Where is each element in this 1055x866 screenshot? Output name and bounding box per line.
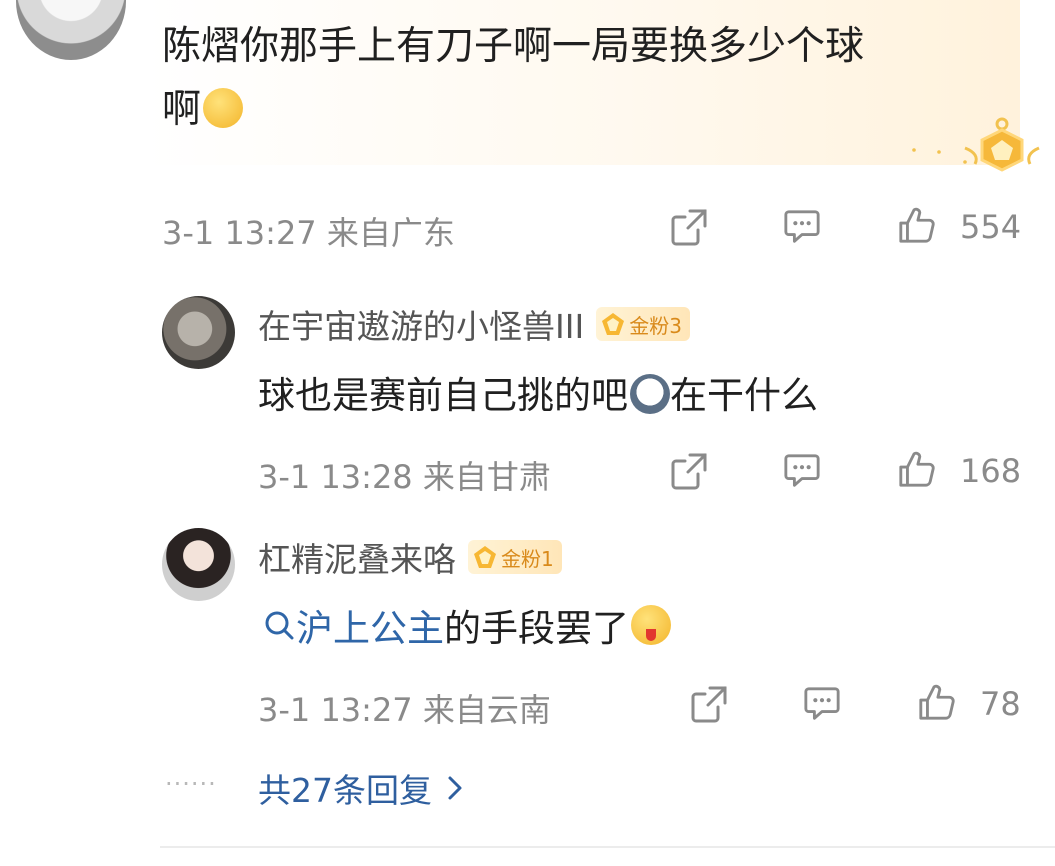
like-icon[interactable] (897, 206, 935, 244)
like-icon[interactable] (917, 683, 955, 721)
chevron-right-icon (448, 776, 462, 800)
reply-meta: 3-1 13:27 来自云南 (258, 691, 551, 729)
comment-icon[interactable] (803, 685, 841, 723)
like-count: 168 (960, 452, 1022, 490)
fan-badge-label: 金粉1 (501, 546, 554, 571)
gold-fan-crown-icon (912, 117, 1040, 172)
reply-meta: 3-1 13:28 来自甘肃 (258, 458, 551, 496)
gem-icon (474, 546, 496, 568)
reply-header: 杠精泥叠来咯 金粉1 (258, 533, 562, 581)
fan-badge: 金粉1 (468, 540, 562, 574)
like-icon[interactable] (897, 450, 935, 488)
share-icon[interactable] (670, 452, 708, 490)
avatar[interactable] (162, 296, 235, 369)
topic-link[interactable]: 沪上公主 (296, 598, 444, 652)
fan-badge-label: 金粉3 (629, 313, 682, 338)
fan-badge: 金粉3 (596, 307, 690, 341)
search-icon (265, 611, 294, 640)
reply-header: 在宇宙遨游的小怪兽III 金粉3 (258, 300, 690, 348)
more-replies-link[interactable]: 共27条回复 (258, 764, 464, 812)
username[interactable]: 杠精泥叠来咯 (258, 533, 456, 581)
like-count: 554 (960, 208, 1022, 246)
like-count: 78 (980, 685, 1021, 723)
top-comment-line1: 陈熠你那手上有刀子啊一局要换多少个球 (162, 24, 865, 69)
more-replies-label: 共27条回复 (258, 771, 432, 810)
reply-text: 球也是赛前自己挑的吧 在干什么 (258, 374, 818, 417)
avatar[interactable] (16, 0, 126, 60)
username[interactable]: 在宇宙遨游的小怪兽III (258, 300, 584, 348)
top-comment-meta: 3-1 13:27 来自广东 (162, 214, 455, 252)
smirk-emoji-icon (203, 88, 244, 128)
share-icon[interactable] (670, 208, 708, 246)
tongue-out-emoji-icon (631, 605, 671, 645)
top-comment-line2: 啊 (162, 78, 1002, 141)
divider (160, 846, 1055, 848)
gem-icon (602, 313, 625, 335)
comment-icon[interactable] (783, 208, 821, 246)
share-icon[interactable] (690, 685, 728, 723)
comment-icon[interactable] (783, 452, 821, 490)
reply-text: 沪上公主 的手段罢了 (262, 598, 671, 652)
husky-emoji-icon (630, 374, 670, 414)
avatar[interactable] (162, 528, 235, 601)
more-dots: ······ (165, 770, 217, 798)
top-comment-text: 陈熠你那手上有刀子啊一局要换多少个球 啊 (162, 15, 1002, 141)
